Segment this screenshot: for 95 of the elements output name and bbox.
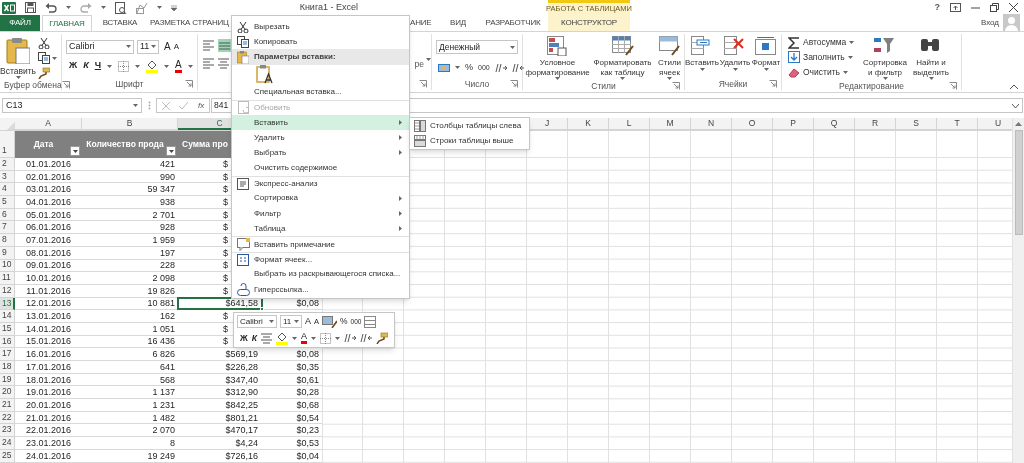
- table-cell-text: $: [222, 222, 228, 233]
- table-cell: 19.01.2016: [25, 387, 71, 398]
- table-cell: $0,08: [296, 298, 319, 309]
- table-cell: 03.01.2016: [25, 184, 71, 195]
- group-label: Буфер обмена: [4, 79, 62, 92]
- table-cell-text: $726,16: [224, 450, 258, 461]
- table-cell: 21.01.2016: [25, 412, 71, 423]
- table-cell-text: $: [222, 184, 228, 195]
- table-cell: 162: [159, 311, 175, 322]
- table-cell: 02.01.2016: [25, 171, 71, 182]
- table-cell-text: $: [222, 336, 228, 347]
- table-cell: 20.01.2016: [25, 399, 71, 410]
- table-cell: 15.01.2016: [25, 336, 71, 347]
- table-cell-text: $801,21: [224, 412, 258, 423]
- table-cell: 2 701: [152, 209, 175, 220]
- table-cell: 06.01.2016: [25, 222, 71, 233]
- table-cell: 19 826: [147, 285, 175, 296]
- table-cell-text: $: [222, 311, 228, 322]
- table-cell: 421: [159, 158, 175, 169]
- table-cell-text: $: [222, 273, 228, 284]
- formula-value: 841: [214, 99, 229, 112]
- table-cell: 23.01.2016: [25, 437, 71, 448]
- group-label: Ячейки: [718, 78, 748, 91]
- table-cell-text: $: [222, 247, 228, 258]
- group-label: Стили: [591, 80, 616, 93]
- table-cell: 19 249: [147, 450, 175, 461]
- table-cell-text: $: [222, 234, 228, 245]
- table-cell: $0,23: [296, 425, 319, 436]
- table-cell-text: $226,28: [224, 361, 258, 372]
- table-cell: 938: [159, 196, 175, 207]
- column-title: Сумма про: [182, 138, 228, 151]
- table-cell-text: $842,25: [224, 399, 258, 410]
- table-cell: 18.01.2016: [25, 374, 71, 385]
- table-cell: 197: [159, 247, 175, 258]
- table-cell: $0,04: [296, 450, 319, 461]
- table-cell: 13.01.2016: [25, 311, 71, 322]
- table-cell: 6 826: [152, 349, 175, 360]
- table-cell-text: $641,58: [224, 298, 258, 309]
- table-cell: 08.01.2016: [25, 247, 71, 258]
- table-cell-text: $: [222, 171, 228, 182]
- table-cell: 990: [159, 171, 175, 182]
- group-label: Редактирование: [839, 80, 904, 93]
- table-cell: 04.01.2016: [25, 196, 71, 207]
- table-cell-text: $312,90: [224, 387, 258, 398]
- table-cell: 14.01.2016: [25, 323, 71, 334]
- table-cell: 07.01.2016: [25, 234, 71, 245]
- label: ре: [414, 58, 424, 71]
- table-cell: 16.01.2016: [25, 349, 71, 360]
- table-cell: 1 137: [152, 387, 175, 398]
- table-cell: 01.01.2016: [25, 158, 71, 169]
- table-cell: $0,53: [296, 437, 319, 448]
- table-cell: 8: [170, 437, 175, 448]
- table-cell: 568: [159, 374, 175, 385]
- table-cell: 05.01.2016: [25, 209, 71, 220]
- table-cell-text: $: [222, 323, 228, 334]
- table-cell-text: $: [222, 285, 228, 296]
- table-cell-text: $: [222, 158, 228, 169]
- table-cell: 22.01.2016: [25, 425, 71, 436]
- table-cell: 928: [159, 222, 175, 233]
- table-cell: 1 231: [152, 399, 175, 410]
- table-cell: $0,61: [296, 374, 319, 385]
- table-cell: 17.01.2016: [25, 361, 71, 372]
- table-cell: 228: [159, 260, 175, 271]
- window-title: Книга1 - Excel: [299, 0, 358, 14]
- table-cell: 10 881: [147, 298, 175, 309]
- table-cell: 10.01.2016: [25, 273, 71, 284]
- table-cell: $0,54: [296, 412, 319, 423]
- table-cell-text: $: [222, 196, 228, 207]
- table-cell: 1 482: [152, 412, 175, 423]
- group-label: Шрифт: [115, 78, 144, 91]
- table-cell: $0,28: [296, 387, 319, 398]
- table-cell: 11.01.2016: [26, 285, 71, 296]
- table-cell-text: $347,40: [224, 374, 258, 385]
- table-cell-text: $569,19: [224, 349, 258, 360]
- table-cell: 09.01.2016: [25, 260, 71, 271]
- table-cell-text: $: [222, 209, 228, 220]
- table-cell-text: $470,17: [224, 425, 258, 436]
- table-cell: $0,35: [296, 361, 319, 372]
- table-cell: 2 098: [152, 273, 175, 284]
- column-title: Дата: [32, 138, 55, 151]
- group-label: Число: [464, 78, 490, 91]
- table-cell: 16 436: [147, 336, 175, 347]
- table-cell-text: $: [222, 260, 228, 271]
- table-cell: 641: [159, 361, 175, 372]
- table-cell: $0,08: [296, 349, 319, 360]
- table-cell-text: $4,24: [234, 437, 258, 448]
- column-title: Количество прода: [85, 138, 165, 151]
- table-cell: 59 347: [147, 184, 175, 195]
- table-cell: 24.01.2016: [25, 450, 71, 461]
- table-cell: 2 070: [152, 425, 175, 436]
- table-cell: 1 051: [152, 323, 175, 334]
- section-title: Параметры вставки:: [254, 50, 336, 63]
- table-cell: 12.01.2016: [25, 298, 71, 309]
- table-cell: $0,68: [296, 399, 319, 410]
- table-cell: 1 959: [152, 234, 175, 245]
